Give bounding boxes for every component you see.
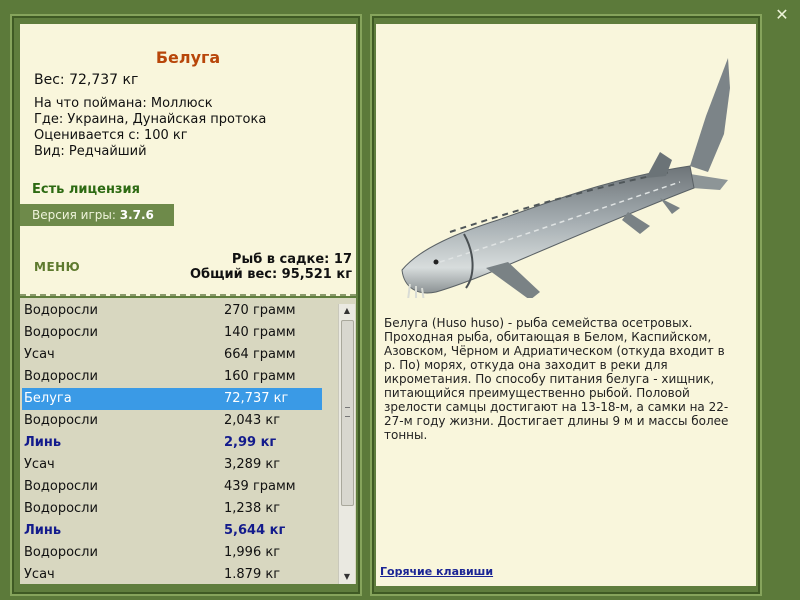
scroll-thumb[interactable] [341, 320, 354, 506]
cage-total-weight: Общий вес: 95,521 кг [189, 267, 352, 282]
list-item[interactable]: Усач 1.879 кг [22, 564, 322, 584]
list-scrollbar[interactable]: ▲ ▼ [338, 304, 355, 584]
list-item-weight: 270 грамм [224, 303, 296, 318]
list-item[interactable]: Усач 664 грамм [22, 344, 322, 366]
list-item[interactable]: Водоросли 1,238 кг [22, 498, 322, 520]
list-item-name: Водоросли [24, 303, 98, 318]
cage-summary: Рыб в садке: 17 Общий вес: 95,521 кг [190, 252, 352, 282]
list-item-name: Усач [24, 347, 55, 362]
fish-title: Белуга [155, 48, 221, 67]
list-item-weight: 1,996 кг [224, 545, 281, 560]
list-item-weight: 160 грамм [224, 369, 296, 384]
version-bar: Версия игры: 3.7.6 [20, 204, 174, 226]
list-item-weight: 664 грамм [224, 347, 296, 362]
list-item[interactable]: Водоросли 140 грамм [22, 322, 322, 344]
list-item-weight: 72,737 кг [224, 391, 289, 406]
fish-description: Белуга (Huso huso) - рыба семейства осет… [384, 316, 729, 442]
list-item-weight: 1,238 кг [224, 501, 281, 516]
scroll-up-icon[interactable]: ▲ [339, 304, 355, 318]
list-item-weight: 2,043 кг [224, 413, 281, 428]
list-item[interactable]: Водоросли 1,996 кг [22, 542, 322, 564]
list-item-name: Линь [24, 435, 62, 450]
list-item[interactable]: Водоросли 270 грамм [22, 300, 322, 322]
rarity: Вид: Редчайший [34, 144, 147, 159]
list-item-name: Водоросли [24, 413, 98, 428]
list-item-weight: 2,99 кг [224, 435, 277, 450]
valuation: Оценивается с: 100 кг [34, 128, 188, 143]
cage-count: Рыб в садке: 17 [231, 252, 352, 267]
list-item[interactable]: Водоросли 439 грамм [22, 476, 322, 498]
list-item-name: Водоросли [24, 325, 98, 340]
list-item[interactable]: Водоросли 2,043 кг [22, 410, 322, 432]
list-item-name: Водоросли [24, 545, 98, 560]
list-item-name: Водоросли [24, 501, 98, 516]
list-item-name: Линь [24, 523, 62, 538]
list-item-name: Водоросли [24, 369, 98, 384]
list-item-name: Усач [24, 457, 55, 472]
hotkeys-link[interactable]: Горячие клавиши [380, 565, 493, 578]
list-item-weight: 439 грамм [224, 479, 296, 494]
scroll-down-icon[interactable]: ▼ [339, 570, 355, 584]
fish-info-panel: Белуга Вес: 72,737 кг На что поймана: Мо… [20, 24, 356, 296]
list-item-name: Белуга [24, 391, 72, 406]
list-item[interactable]: Водоросли 160 грамм [22, 366, 322, 388]
list-item[interactable]: Усач 3,289 кг [22, 454, 322, 476]
menu-button[interactable]: МЕНЮ [34, 260, 80, 274]
beluga-sturgeon-image [401, 58, 730, 298]
close-icon[interactable]: ✕ [774, 6, 790, 24]
caught-on: На что поймана: Моллюск [34, 96, 213, 111]
fish-weight: Вес: 72,737 кг [34, 72, 139, 88]
version-value: 3.7.6 [119, 208, 154, 222]
license-status: Есть лицензия [32, 182, 140, 197]
list-item-name: Усач [24, 567, 55, 582]
list-item-name: Водоросли [24, 479, 98, 494]
catch-list[interactable]: Водоросли 270 грамм Водоросли 140 грамм Усач… [20, 298, 356, 584]
catch-location: Где: Украина, Дунайская протока [34, 112, 267, 127]
list-item[interactable]: Линь 5,644 кг [22, 520, 322, 542]
fish-detail-panel: Белуга (Huso huso) - рыба семейства осет… [376, 24, 756, 586]
list-item-weight: 3,289 кг [224, 457, 281, 472]
list-item-weight: 5,644 кг [224, 523, 286, 538]
list-item-weight: 1.879 кг [224, 567, 281, 582]
version-label: Версия игры: [32, 208, 116, 222]
list-item[interactable]: Линь 2,99 кг [22, 432, 322, 454]
divider [20, 294, 356, 296]
list-item[interactable]: Белуга 72,737 кг [22, 388, 322, 410]
list-item-weight: 140 грамм [224, 325, 296, 340]
